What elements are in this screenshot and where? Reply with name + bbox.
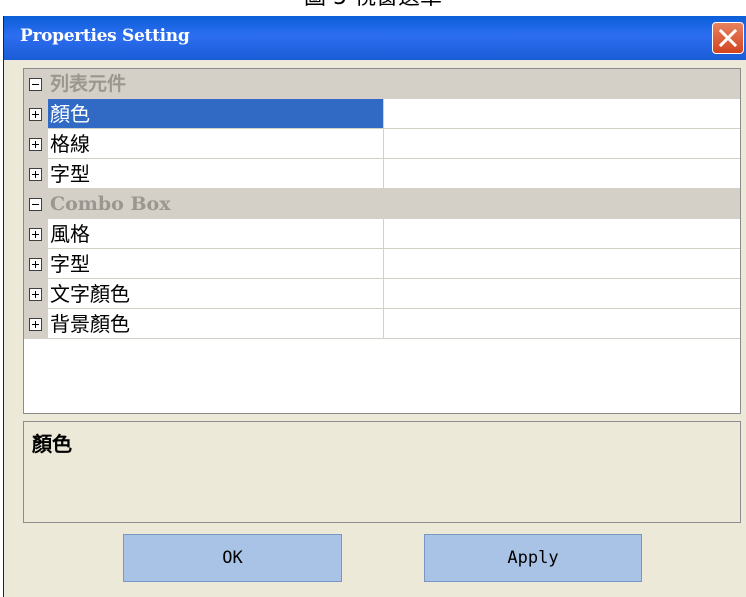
category-label: Combo Box [50, 193, 171, 215]
property-value[interactable] [384, 309, 740, 339]
collapse-icon[interactable] [29, 198, 42, 211]
category-label: 列表元件 [50, 73, 127, 95]
property-name[interactable]: 格線 [48, 129, 384, 159]
expand-icon[interactable] [29, 318, 42, 331]
description-title: 顏色 [32, 432, 72, 456]
expand-icon[interactable] [29, 228, 42, 241]
close-icon [718, 28, 738, 48]
property-name[interactable]: 背景顏色 [48, 309, 384, 339]
description-panel: 顏色 [23, 421, 741, 523]
window-title: Properties Setting [20, 26, 190, 46]
collapse-icon[interactable] [29, 78, 42, 91]
apply-button[interactable]: Apply [424, 534, 642, 582]
expand-icon[interactable] [29, 108, 42, 121]
properties-dialog: Properties Setting 列表元件 顏色 格線 字型 Combo B… [3, 16, 746, 597]
property-name[interactable]: 風格 [48, 219, 384, 249]
category-row-combo-box[interactable]: Combo Box [24, 189, 740, 219]
property-name[interactable]: 字型 [48, 249, 384, 279]
property-row-color[interactable]: 顏色 [24, 99, 740, 129]
property-value[interactable] [384, 99, 740, 129]
close-button[interactable] [712, 22, 744, 54]
ok-button[interactable]: OK [123, 534, 342, 582]
expand-icon[interactable] [29, 138, 42, 151]
property-value[interactable] [384, 279, 740, 309]
property-row-font[interactable]: 字型 [24, 159, 740, 189]
property-value[interactable] [384, 159, 740, 189]
category-row-list-component[interactable]: 列表元件 [24, 69, 740, 99]
property-row-gridline[interactable]: 格線 [24, 129, 740, 159]
expand-icon[interactable] [29, 168, 42, 181]
title-bar[interactable]: Properties Setting [4, 16, 746, 60]
property-name[interactable]: 字型 [48, 159, 384, 189]
figure-caption: 圖 5 視窗選單 [0, 0, 746, 9]
property-value[interactable] [384, 249, 740, 279]
expand-icon[interactable] [29, 258, 42, 271]
property-grid[interactable]: 列表元件 顏色 格線 字型 Combo Box 風格 字型 文字顏色 背景顏色 [23, 68, 741, 414]
expand-icon[interactable] [29, 288, 42, 301]
property-name[interactable]: 顏色 [48, 99, 384, 129]
property-value[interactable] [384, 129, 740, 159]
property-row-text-color[interactable]: 文字顏色 [24, 279, 740, 309]
property-row-font[interactable]: 字型 [24, 249, 740, 279]
property-name[interactable]: 文字顏色 [48, 279, 384, 309]
property-row-background-color[interactable]: 背景顏色 [24, 309, 740, 339]
property-value[interactable] [384, 219, 740, 249]
property-row-style[interactable]: 風格 [24, 219, 740, 249]
